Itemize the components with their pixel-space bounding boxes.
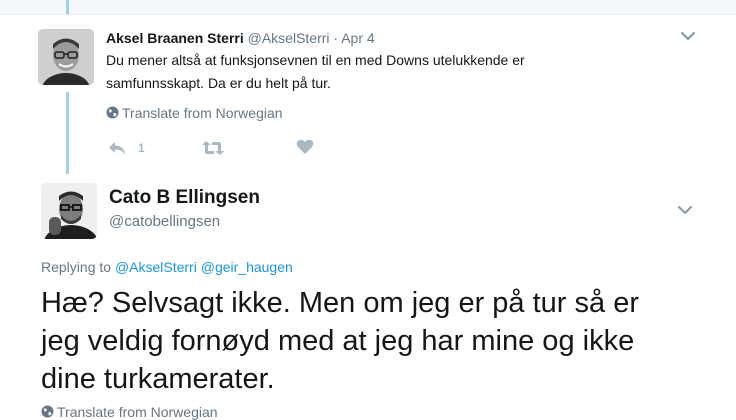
reply-count: 1 — [138, 141, 145, 155]
replying-prefix: Replying to — [41, 259, 112, 275]
author-name[interactable]: Aksel Braanen Sterri — [106, 30, 244, 46]
tweet-date[interactable]: Apr 4 — [341, 30, 374, 46]
separator: · — [333, 30, 339, 46]
mention-link[interactable]: @AkselSterri — [115, 259, 197, 275]
avatar[interactable] — [41, 183, 97, 239]
tweet-text-line-1: Du mener altså at funksjonsevnen til en … — [106, 52, 525, 68]
translate-link[interactable]: Translate from Norwegian — [106, 105, 283, 121]
thread-line — [66, 92, 69, 174]
tweet-text-line-1: Hæ? Selvsagt ikke. Men om jeg er på tur … — [41, 287, 639, 319]
replying-to: Replying to @AkselSterri @geir_haugen — [41, 259, 293, 275]
author-name[interactable]: Cato B Ellingsen — [109, 187, 260, 209]
chevron-down-icon[interactable] — [677, 205, 693, 215]
tweet-text-line-3: dine turkamerater. — [41, 363, 275, 395]
translate-label: Translate from Norwegian — [57, 404, 218, 420]
globe-icon — [41, 405, 54, 418]
chevron-down-icon[interactable] — [680, 31, 696, 41]
previous-tweet-edge — [0, 0, 736, 15]
like-icon[interactable] — [296, 139, 314, 155]
reply-icon[interactable] — [107, 140, 127, 155]
tweet-text-line-2: samfunnsskapt. Da er du helt på tur. — [106, 75, 331, 91]
translate-label: Translate from Norwegian — [122, 105, 283, 121]
tweet-text-line-2: jeg veldig fornøyd med at jeg har mine o… — [41, 325, 635, 357]
thread-line-top — [66, 0, 69, 14]
mention-link[interactable]: @geir_haugen — [201, 259, 293, 275]
translate-link[interactable]: Translate from Norwegian — [41, 404, 218, 420]
author-handle[interactable]: @AkselSterri — [248, 30, 330, 46]
author-handle[interactable]: @catobellingsen — [109, 213, 220, 230]
retweet-icon[interactable] — [201, 140, 225, 156]
globe-icon — [106, 106, 119, 119]
avatar[interactable] — [38, 29, 94, 85]
